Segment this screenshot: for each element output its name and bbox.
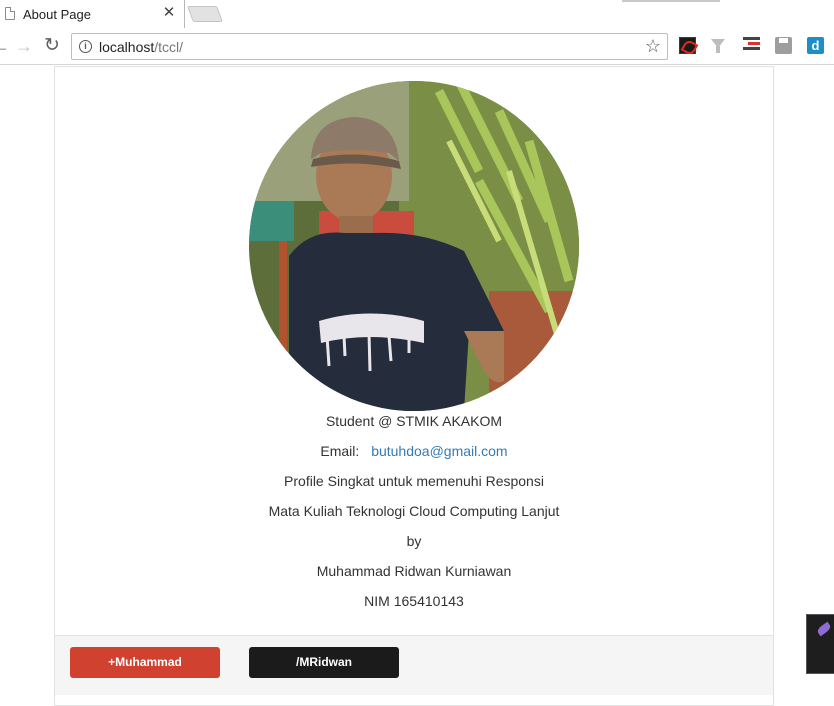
d-extension-icon[interactable]: d <box>807 37 824 54</box>
card-footer: +Muhammad /MRidwan <box>55 635 773 695</box>
address-bar[interactable]: i localhost/tccl/ ☆ <box>71 33 668 60</box>
new-tab-button[interactable] <box>187 6 223 22</box>
browser-toolbar: ← → ↻ i localhost/tccl/ ☆ d <box>0 28 834 65</box>
url-host: localhost <box>99 39 155 55</box>
page-icon <box>5 7 15 20</box>
email-link[interactable]: butuhdoa@gmail.com <box>371 443 507 459</box>
url-text[interactable]: localhost/tccl/ <box>99 39 183 55</box>
tabbar-strip <box>622 0 720 2</box>
reload-icon[interactable]: ↻ <box>43 36 61 56</box>
quill-extension-widget[interactable] <box>806 614 834 674</box>
info-icon[interactable]: i <box>79 40 92 53</box>
tab-title: About Page <box>23 7 91 22</box>
github-button[interactable]: /MRidwan <box>249 647 399 678</box>
forward-arrow-icon[interactable]: → <box>15 36 33 56</box>
bookmark-star-icon[interactable]: ☆ <box>645 36 661 57</box>
tagline: Student @ STMIK AKAKOM <box>325 413 503 429</box>
profile-card: Student @ STMIK AKAKOM Email: butuhdoa@g… <box>54 66 774 706</box>
google-plus-button[interactable]: +Muhammad <box>70 647 220 678</box>
adobe-pdf-extension-icon[interactable] <box>679 37 696 54</box>
profile-photo <box>249 81 579 411</box>
url-path: /tccl/ <box>154 39 184 55</box>
tab-bar: About Page ✕ <box>0 0 834 28</box>
student-id: NIM 165410143 <box>364 593 464 609</box>
close-icon[interactable]: ✕ <box>162 5 176 21</box>
description-line-2: Mata Kuliah Teknologi Cloud Computing La… <box>268 503 560 519</box>
filter-extension-icon[interactable] <box>711 39 725 53</box>
page-viewport: Student @ STMIK AKAKOM Email: butuhdoa@g… <box>0 66 834 706</box>
profile-photo-image <box>249 81 579 411</box>
email-label: Email: <box>320 443 360 459</box>
author-name: Muhammad Ridwan Kurniawan <box>316 563 512 579</box>
tab-about-page[interactable]: About Page ✕ <box>0 0 185 28</box>
description-line-3: by <box>406 533 422 549</box>
description-line-1: Profile Singkat untuk memenuhi Responsi <box>284 473 544 489</box>
feather-icon <box>815 621 833 637</box>
list-extension-icon[interactable] <box>743 37 760 54</box>
save-extension-icon[interactable] <box>775 37 792 54</box>
back-arrow-icon[interactable]: ← <box>0 36 10 56</box>
profile-info: Student @ STMIK AKAKOM Email: butuhdoa@g… <box>55 412 773 622</box>
email-row: Email: butuhdoa@gmail.com <box>55 442 773 472</box>
